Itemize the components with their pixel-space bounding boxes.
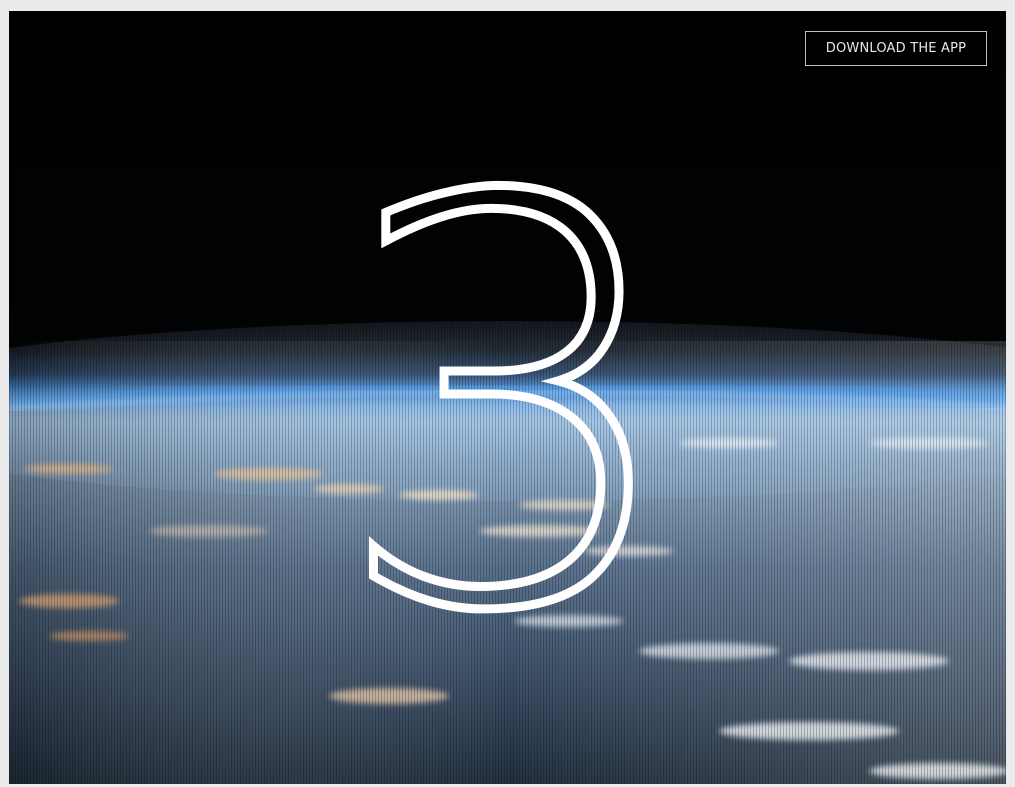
hero-section: 3 DOWNLOAD THE APP — [9, 11, 1006, 784]
download-app-button[interactable]: DOWNLOAD THE APP — [805, 31, 987, 66]
earth-orbit-background — [9, 11, 1006, 784]
